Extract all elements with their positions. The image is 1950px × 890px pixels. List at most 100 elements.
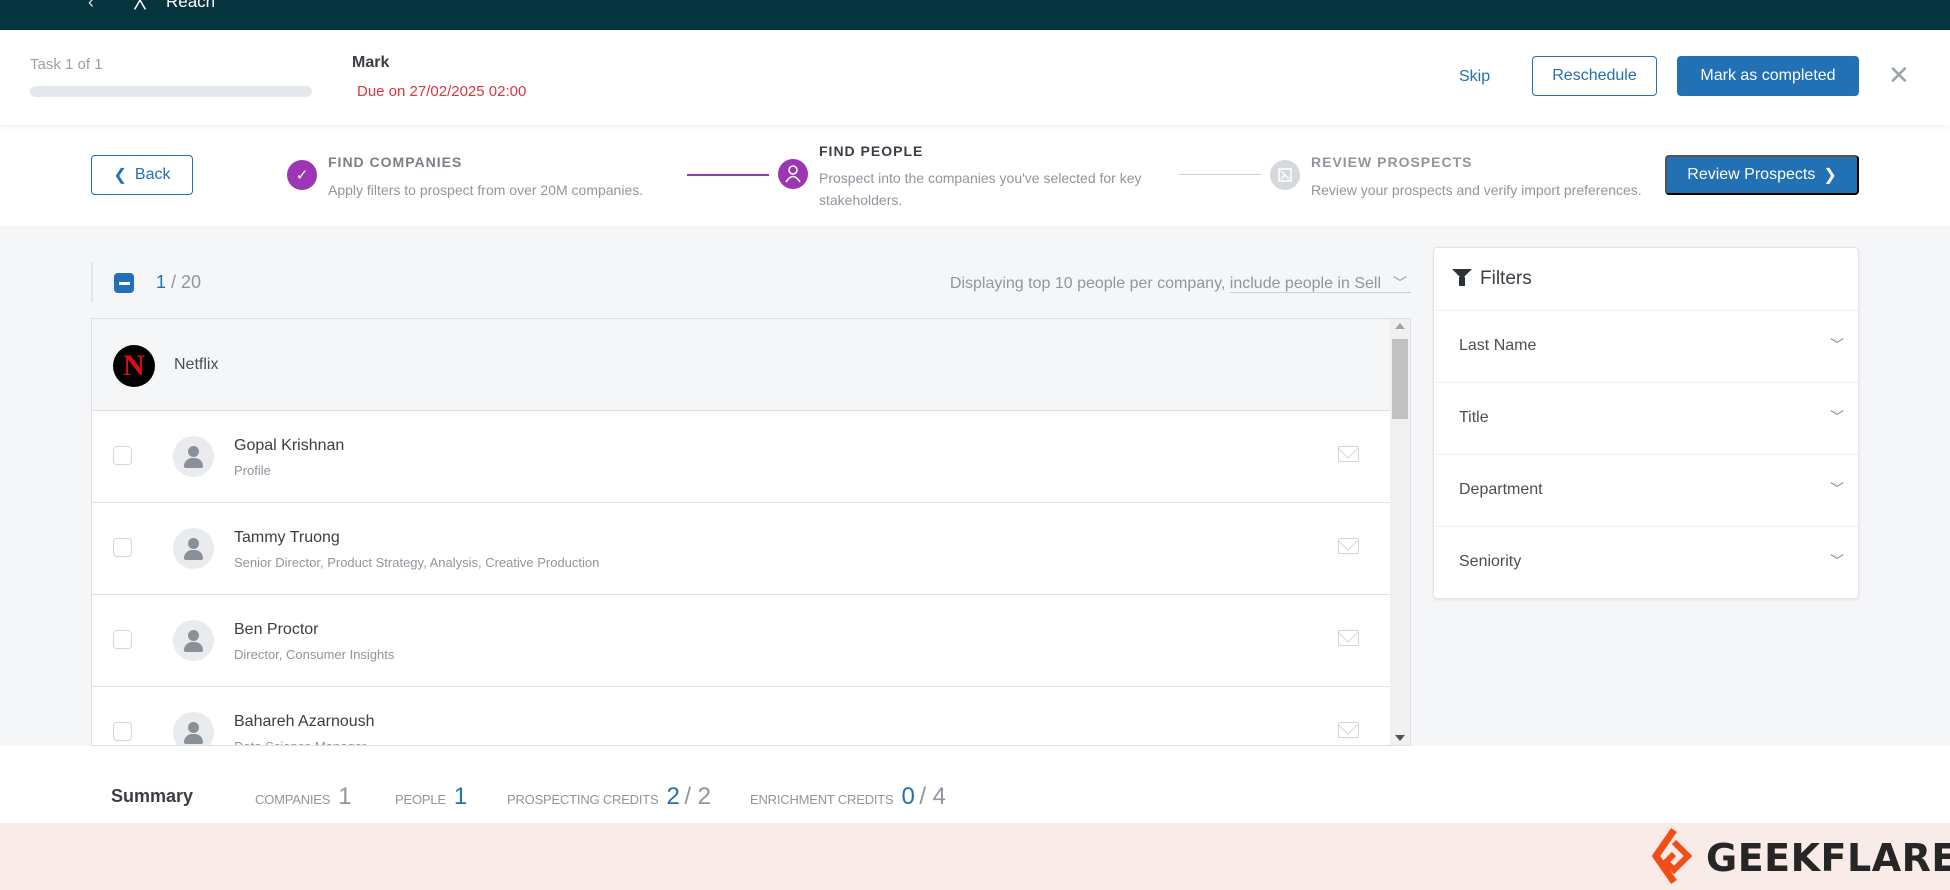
stat-label: ENRICHMENT CREDITS — [750, 792, 894, 807]
person-checkbox[interactable] — [113, 722, 132, 741]
stat-value: 0 — [901, 783, 915, 810]
review-prospects-button[interactable]: Review Prospects ❯ — [1665, 155, 1859, 195]
avatar — [173, 712, 214, 745]
chevron-left-icon[interactable]: ‹ — [88, 0, 94, 13]
stat-value: 1 — [338, 783, 352, 810]
list-item[interactable]: Gopal Krishnan Profile — [92, 411, 1390, 503]
stat-total: / 4 — [919, 783, 947, 810]
selected-count: 1 — [156, 272, 167, 292]
step-description: Apply filters to prospect from over 20M … — [328, 182, 644, 198]
netflix-logo-icon: N — [113, 345, 155, 387]
chevron-down-icon: ﹀ — [1830, 409, 1844, 425]
avatar — [173, 620, 214, 661]
step-title: FIND COMPANIES — [328, 154, 463, 170]
step-title: REVIEW PROSPECTS — [1311, 154, 1473, 170]
stat-value: 1 — [453, 783, 468, 810]
select-all-checkbox[interactable] — [114, 273, 134, 293]
summary-prospecting-credits: PROSPECTING CREDITS 2 / 2 — [507, 783, 711, 811]
stat-label: COMPANIES — [255, 792, 331, 807]
stat-total: / 2 — [684, 783, 711, 810]
mark-completed-button[interactable]: Mark as completed — [1677, 56, 1859, 96]
people-list-header: 1 / 20 Displaying top 10 people per comp… — [91, 262, 1411, 302]
reschedule-button[interactable]: Reschedule — [1532, 56, 1657, 96]
back-button[interactable]: ❮ Back — [91, 155, 193, 195]
task-contact-name: Mark — [352, 54, 390, 71]
filter-last-name[interactable]: Last Name ﹀ — [1434, 311, 1858, 383]
task-progress-bar — [30, 86, 312, 97]
include-people-value: include people in Sell — [1229, 275, 1381, 292]
person-name: Tammy Truong — [234, 529, 340, 546]
step-title: FIND PEOPLE — [819, 143, 924, 159]
person-title: Director, Consumer Insights — [234, 647, 395, 662]
stat-label: PEOPLE — [395, 792, 446, 807]
person-checkbox[interactable] — [113, 446, 132, 465]
chevron-down-icon: ﹀ — [1393, 275, 1407, 291]
person-checkbox[interactable] — [113, 630, 132, 649]
person-icon — [778, 159, 808, 189]
filter-label: Last Name — [1459, 337, 1537, 354]
email-icon[interactable] — [1338, 446, 1359, 462]
person-name: Bahareh Azarnoush — [234, 713, 375, 730]
email-icon[interactable] — [1338, 538, 1359, 554]
filter-icon — [1452, 269, 1472, 286]
filter-label: Title — [1459, 409, 1489, 426]
scroll-up-arrow-icon[interactable] — [1395, 323, 1405, 329]
summary-enrichment-credits: ENRICHMENT CREDITS 0 / 4 — [750, 783, 946, 811]
summary-bar: Summary COMPANIES 1 PEOPLE 1 PROSPECTING C… — [0, 746, 1950, 823]
email-icon[interactable] — [1338, 630, 1359, 646]
task-bar: Task 1 of 1 Mark Due on 27/02/2025 02:00… — [0, 30, 1950, 125]
person-title: Profile — [234, 463, 271, 478]
person-checkbox[interactable] — [113, 538, 132, 557]
include-people-dropdown[interactable]: include people in Sell ﹀ — [1229, 275, 1411, 293]
scrollbar-thumb[interactable] — [1392, 339, 1408, 419]
reach-logo-icon: ᚷ — [134, 0, 146, 12]
chevron-left-icon: ❮ — [113, 167, 127, 184]
filter-label: Seniority — [1459, 553, 1522, 570]
list-item[interactable]: Tammy Truong Senior Director, Product St… — [92, 503, 1390, 595]
filter-department[interactable]: Department ﹀ — [1434, 455, 1858, 527]
geekflare-logo-icon — [1652, 828, 1693, 884]
stat-label: PROSPECTING CREDITS — [507, 792, 659, 807]
summary-companies: COMPANIES 1 — [255, 783, 352, 811]
person-name: Ben Proctor — [234, 621, 319, 638]
geekflare-watermark: GEEKFLARE — [1706, 836, 1950, 880]
list-item[interactable]: Bahareh Azarnoush Data Science Manager — [92, 687, 1390, 745]
step-description: Prospect into the companies you've selec… — [819, 170, 1142, 208]
review-prospects-label: Review Prospects — [1687, 166, 1816, 183]
list-scrollbar[interactable] — [1390, 319, 1410, 745]
summary-title: Summary — [111, 786, 194, 806]
email-icon[interactable] — [1338, 722, 1359, 738]
app-topbar: ‹ ᚷ Reach — [0, 0, 1950, 30]
filter-title[interactable]: Title ﹀ — [1434, 383, 1858, 455]
summary-people: PEOPLE 1 — [395, 783, 467, 811]
avatar — [173, 528, 214, 569]
chevron-right-icon: ❯ — [1823, 167, 1837, 184]
list-item[interactable]: Ben Proctor Director, Consumer Insights — [92, 595, 1390, 687]
selection-count: 1 / 20 — [156, 272, 201, 293]
person-title: Data Science Manager — [234, 739, 366, 745]
step-connector — [1179, 174, 1261, 175]
step-description: Review your prospects and verify import … — [1311, 182, 1642, 198]
filters-title: Filters — [1480, 268, 1532, 289]
scroll-down-arrow-icon[interactable] — [1395, 735, 1405, 741]
person-title: Senior Director, Product Strategy, Analy… — [234, 555, 600, 570]
stat-value: 2 — [666, 783, 680, 810]
chevron-down-icon: ﹀ — [1830, 481, 1844, 497]
task-due-date: Due on 27/02/2025 02:00 — [357, 83, 527, 100]
filters-header: Filters — [1434, 248, 1858, 311]
app-name: Reach — [166, 0, 216, 11]
filter-seniority[interactable]: Seniority ﹀ — [1434, 527, 1858, 599]
chevron-down-icon: ﹀ — [1830, 337, 1844, 353]
close-icon[interactable]: ✕ — [1888, 62, 1910, 88]
filter-label: Department — [1459, 481, 1543, 498]
company-name: Netflix — [174, 356, 219, 373]
display-note: Displaying top 10 people per company, in… — [950, 275, 1411, 293]
step-connector — [687, 174, 769, 176]
company-row[interactable]: N Netflix — [92, 319, 1390, 411]
skip-button[interactable]: Skip — [1459, 68, 1490, 86]
task-count: Task 1 of 1 — [30, 56, 103, 73]
check-icon: ✓ — [287, 160, 317, 190]
people-list: N Netflix Gopal Krishnan Profile Tammy T… — [91, 318, 1411, 746]
chevron-down-icon: ﹀ — [1830, 553, 1844, 569]
total-count: / 20 — [171, 272, 202, 292]
